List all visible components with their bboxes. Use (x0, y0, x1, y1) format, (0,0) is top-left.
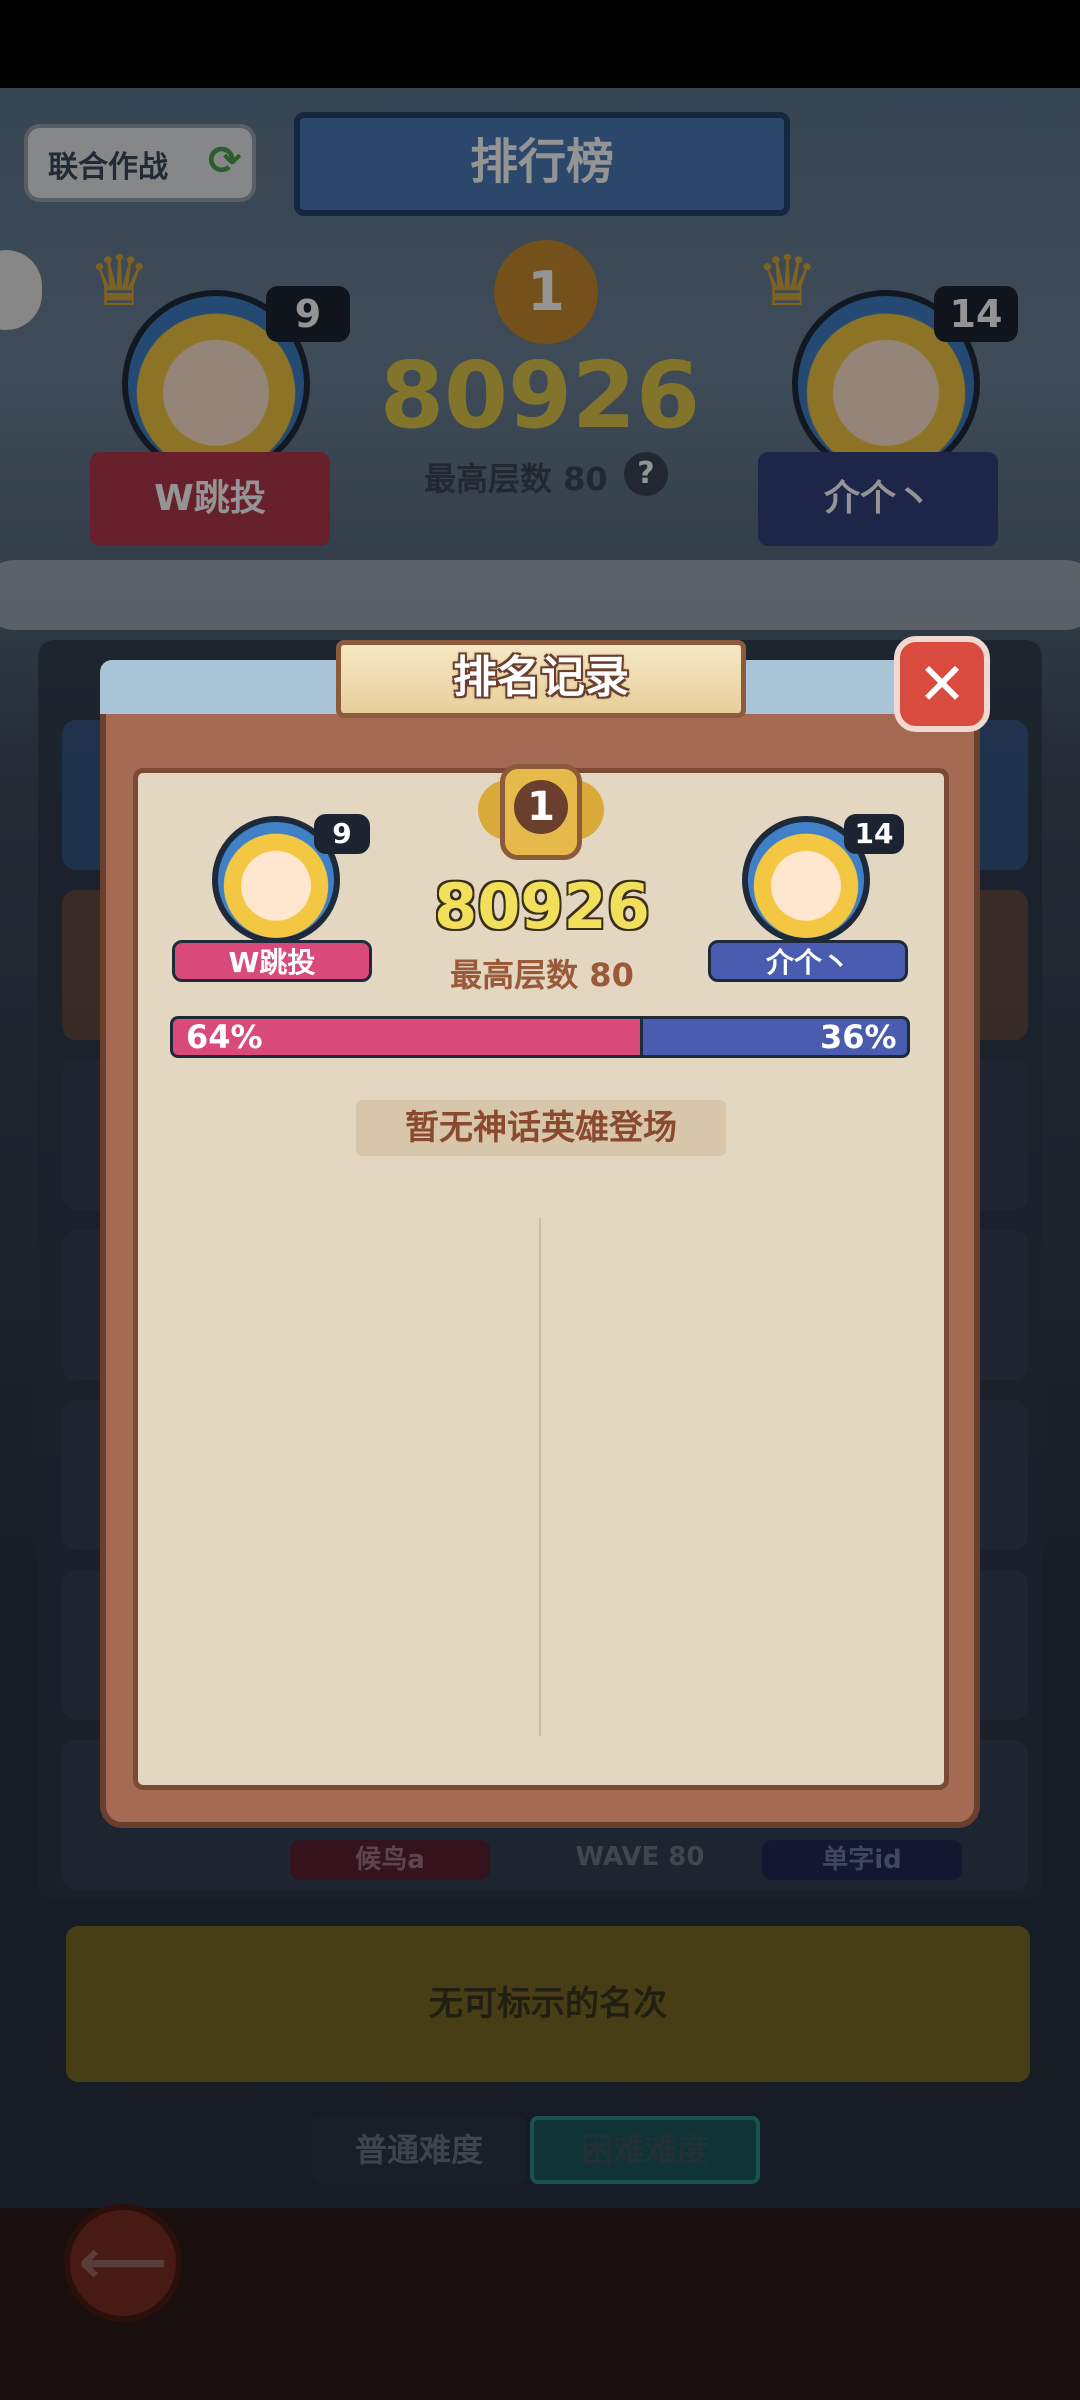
left-percent: 64% (186, 1018, 263, 1056)
medal-rank: 1 (514, 780, 568, 834)
popup-header-left-strip (100, 660, 350, 714)
empty-text: 暂无神话英雄登场 (405, 1108, 677, 1148)
right-player-level: 14 (844, 814, 904, 854)
hero-divider (539, 1218, 541, 1736)
close-icon: ✕ (917, 650, 967, 718)
right-percent: 36% (820, 1018, 897, 1056)
popup-title: 排名记录 (453, 652, 629, 703)
right-player-name: 介个丶 (708, 940, 908, 982)
left-player-name: W跳投 (172, 940, 372, 982)
popup-score: 80926 (434, 870, 650, 943)
medal-icon: 1 (478, 764, 604, 876)
close-button[interactable]: ✕ (894, 636, 990, 732)
contribution-bar (170, 1016, 910, 1058)
popup-max-floor: 最高层数 80 (450, 956, 634, 994)
left-player-level: 9 (314, 814, 370, 854)
